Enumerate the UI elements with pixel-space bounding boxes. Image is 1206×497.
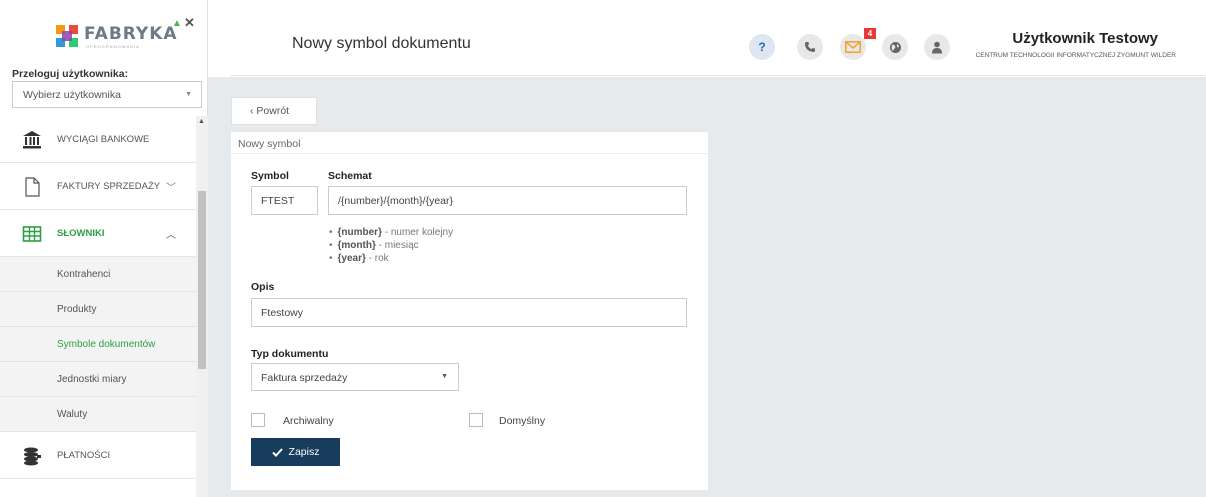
user-company: CENTRUM TECHNOLOGII INFORMATYCZNEJ ZYGMU… <box>975 52 1176 59</box>
legend-desc: - numer kolejny <box>381 227 454 238</box>
sidebar-item-wyciagi-bankowe[interactable]: WYCIĄGI BANKOWE <box>0 116 196 163</box>
sidebar-subitem-jednostki-miary[interactable]: Jednostki miary <box>0 362 196 397</box>
bank-icon <box>23 131 41 149</box>
chevron-down-icon: ﹀ <box>166 182 176 194</box>
language-button[interactable] <box>882 34 908 60</box>
legend-item: {number} - numer kolejny <box>329 226 454 239</box>
sidebar-subitem-kontrahenci[interactable]: Kontrahenci <box>0 257 196 292</box>
description-label: Opis <box>251 281 275 293</box>
sidebar-item-slowniki[interactable]: SŁOWNIKI ︿ <box>0 210 196 257</box>
phone-icon <box>805 42 815 52</box>
sidebar-item-label: PŁATNOŚCI <box>57 449 111 461</box>
checkmark-icon <box>271 447 283 457</box>
description-input[interactable]: Ftestowy <box>251 298 687 327</box>
scroll-thumb[interactable] <box>198 191 206 369</box>
archive-label[interactable]: Archiwalny <box>283 415 334 427</box>
sidebar-item-label: SŁOWNIKI <box>57 227 105 239</box>
header: Nowy symbol dokumentu ? 4 Użytkownik Tes… <box>230 13 1206 76</box>
notification-badge: 4 <box>864 28 876 39</box>
coins-icon <box>24 447 41 466</box>
user-icon <box>932 41 942 53</box>
panel-title: Nowy symbol <box>231 132 708 154</box>
user-select[interactable]: Wybierz użytkownika ▼ <box>12 81 202 108</box>
close-icon[interactable]: ✕ <box>184 15 195 31</box>
symbol-label: Symbol <box>251 170 289 182</box>
sidebar: FABRYKA OPROGRAMOWANIA ▲ ✕ Przeloguj uży… <box>0 0 208 497</box>
save-button-label: Zapisz <box>288 446 320 458</box>
scroll-up-arrow-icon[interactable]: ▲ <box>198 118 205 125</box>
legend-key: {number} <box>337 227 382 238</box>
logo[interactable]: FABRYKA OPROGRAMOWANIA <box>0 0 208 62</box>
envelope-icon <box>845 41 861 53</box>
sidebar-item-label: FAKTURY SPRZEDAŻY <box>57 180 161 192</box>
table-icon <box>22 226 42 242</box>
sidebar-nav: WYCIĄGI BANKOWE FAKTURY SPRZEDAŻY ﹀ SŁOW… <box>0 116 196 497</box>
description-input-value: Ftestowy <box>261 307 304 319</box>
messages-button[interactable] <box>840 34 866 60</box>
sidebar-subitem-waluty[interactable]: Waluty <box>0 397 196 432</box>
legend-item: {month} - miesiąc <box>329 239 453 252</box>
user-profile-button[interactable] <box>924 34 950 60</box>
schema-input[interactable]: /{number}/{month}/{year} <box>328 186 687 215</box>
sidebar-subitem-label: Symbole dokumentów <box>57 339 156 350</box>
back-button[interactable]: ‹ Powrót <box>231 97 317 125</box>
logo-subtext: OPROGRAMOWANIA <box>86 44 140 49</box>
legend-key: {year} <box>337 253 366 264</box>
sidebar-item-platnosci[interactable]: PŁATNOŚCI <box>0 432 196 479</box>
logo-text: FABRYKA <box>84 24 178 44</box>
globe-icon <box>889 41 901 53</box>
chevron-up-icon: ︿ <box>166 229 176 241</box>
legend-item: {year} - rok <box>329 252 453 265</box>
doctype-select-value: Faktura sprzedaży <box>261 372 348 384</box>
schema-label: Schemat <box>328 170 372 182</box>
help-icon: ? <box>758 40 766 54</box>
legend-desc: - rok <box>365 253 389 264</box>
page-title: Nowy symbol dokumentu <box>292 35 471 52</box>
caret-down-icon: ▼ <box>441 373 448 380</box>
schema-input-value: /{number}/{month}/{year} <box>338 195 454 207</box>
user-select-value: Wybierz użytkownika <box>23 89 121 101</box>
impersonate-label: Przeloguj użytkownika: <box>12 68 129 80</box>
sidebar-subitem-produkty[interactable]: Produkty <box>0 292 196 327</box>
form-panel: Nowy symbol Symbol FTEST Schemat /{numbe… <box>231 132 708 490</box>
document-icon <box>25 177 40 197</box>
legend-desc: - miesiąc <box>375 240 419 251</box>
archive-checkbox[interactable] <box>251 413 265 427</box>
sidebar-subitem-label: Waluty <box>57 409 88 420</box>
sidebar-scrollbar[interactable]: ▲ <box>196 116 208 497</box>
help-button[interactable]: ? <box>749 34 775 60</box>
phone-button[interactable] <box>797 34 823 60</box>
logo-mark-icon <box>56 25 78 47</box>
doctype-select[interactable]: Faktura sprzedaży ▼ <box>251 363 459 391</box>
sidebar-subitem-label: Produkty <box>57 304 97 315</box>
schema-legend: {number} - numer kolejny {month} - miesi… <box>329 226 454 265</box>
caret-down-icon: ▼ <box>185 91 192 98</box>
save-button[interactable]: Zapisz <box>251 438 340 466</box>
symbol-input-value: FTEST <box>261 195 295 207</box>
sidebar-item-label: WYCIĄGI BANKOWE <box>57 133 150 145</box>
sidebar-subitem-label: Jednostki miary <box>57 374 127 385</box>
sidebar-item-faktury-sprzedazy[interactable]: FAKTURY SPRZEDAŻY ﹀ <box>0 163 196 210</box>
sidebar-subitem-label: Kontrahenci <box>57 269 111 280</box>
pin-icon[interactable]: ▲ <box>172 18 182 29</box>
symbol-input[interactable]: FTEST <box>251 186 318 215</box>
legend-key: {month} <box>337 240 376 251</box>
default-label[interactable]: Domyślny <box>499 415 545 427</box>
default-checkbox[interactable] <box>469 413 483 427</box>
sidebar-subitem-symbole-dokumentow[interactable]: Symbole dokumentów <box>0 327 196 362</box>
doctype-label: Typ dokumentu <box>251 348 329 360</box>
user-name[interactable]: Użytkownik Testowy <box>1012 30 1158 47</box>
